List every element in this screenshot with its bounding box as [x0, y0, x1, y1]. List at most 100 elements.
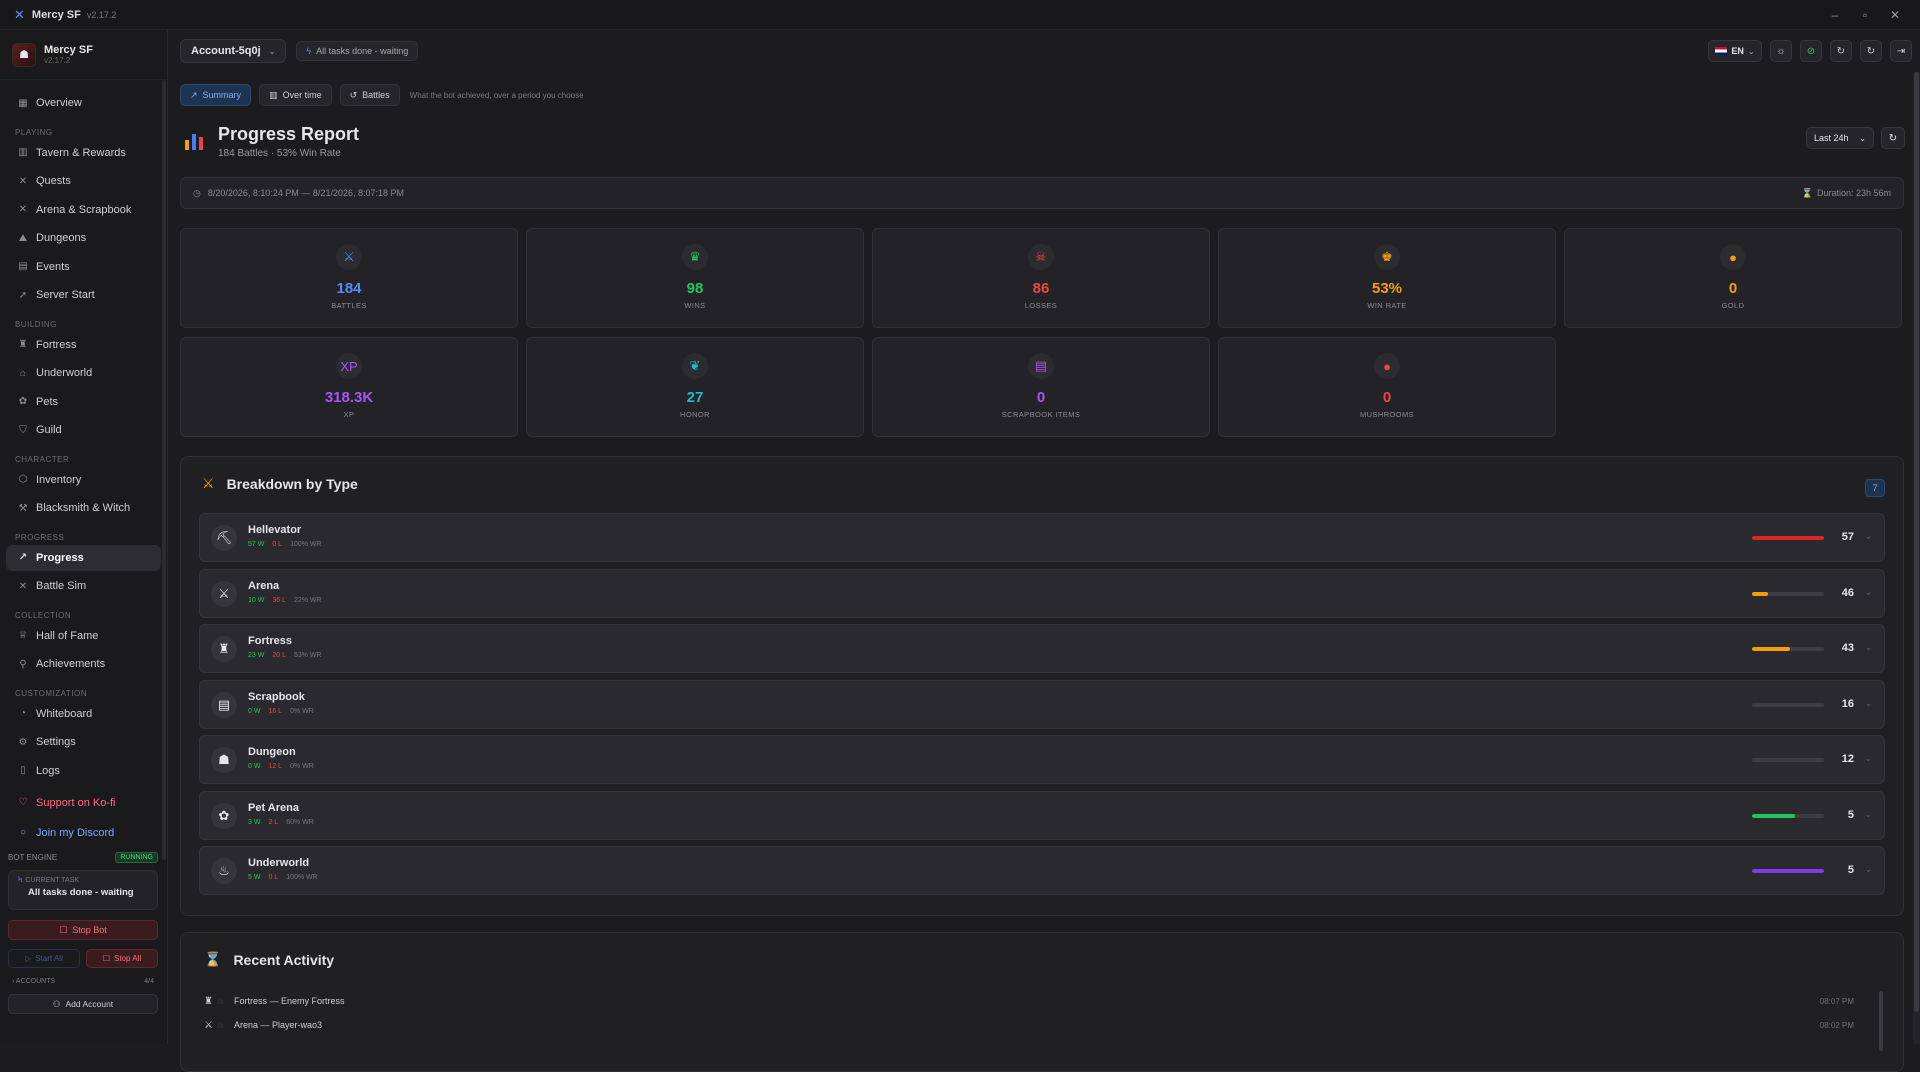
period-select[interactable]: Last 24h ⌄ [1806, 127, 1874, 149]
visibility-button[interactable]: ⊘ [1800, 40, 1822, 62]
minimize-icon[interactable]: – [1820, 8, 1850, 22]
maximize-icon[interactable]: ▫ [1850, 8, 1880, 22]
sidebar-item-fortress[interactable]: ♜ Fortress [6, 332, 161, 358]
sidebar-item-logs[interactable]: ▯ Logs [6, 758, 161, 784]
sidebar-item-achievements[interactable]: ⚲ Achievements [6, 651, 161, 677]
breakdown-row[interactable]: ▤ Scrapbook 0 W 16 L 0% WR 16 ⌄ [199, 679, 1885, 729]
breakdown-row[interactable]: ♨ Underworld 5 W 0 L 100% WR 5 ⌄ [199, 846, 1885, 895]
sidebar-item-events[interactable]: ▤ Events [6, 254, 161, 280]
tab-battles[interactable]: ↺ Battles [339, 84, 400, 106]
win-rate: 22% WR [293, 596, 322, 604]
type-name: Dungeon [248, 746, 296, 758]
sidebar-brand: ☗ Mercy SF v2.17.2 [0, 30, 167, 80]
sidebar-item-settings[interactable]: ⚙ Settings [6, 729, 161, 755]
breakdown-row[interactable]: ♜ Fortress 23 W 20 L 53% WR 43 ⌄ [199, 624, 1885, 673]
breakdown-row[interactable]: ⛏ Hellevator 57 W 0 L 100% WR 57 ⌄ [199, 513, 1885, 562]
losses-count: 16 L [268, 707, 283, 715]
sidebar-item-blacksmith[interactable]: ⚒ Blacksmith & Witch [6, 495, 161, 521]
account-select[interactable]: Account-5q0j ⌄ [180, 39, 287, 63]
page-title: Progress Report [218, 124, 360, 144]
win-rate-bar [1752, 758, 1824, 762]
sidebar-item-pets[interactable]: ✿ Pets [6, 389, 161, 415]
start-all-button[interactable]: ▷ Start All [8, 949, 80, 968]
stat-icon: ❦ [682, 353, 708, 379]
type-count: 43 [1841, 642, 1854, 654]
sidebar-scrollbar[interactable] [162, 80, 166, 860]
close-icon[interactable]: ✕ [1880, 8, 1910, 22]
chevron-down-icon[interactable]: ⌄ [1864, 587, 1872, 598]
win-rate-bar [1752, 702, 1824, 707]
chevron-down-icon[interactable]: ⌄ [1864, 531, 1872, 542]
logout-button[interactable]: ⇥ [1890, 40, 1912, 62]
sidebar-item-battle-sim[interactable]: ✕ Battle Sim [6, 573, 161, 599]
chevron-down-icon: ⌄ [1747, 46, 1755, 56]
result-icon: ◌ [218, 1020, 223, 1030]
sidebar-item-arena[interactable]: ✕ Arena & Scrapbook [6, 197, 161, 223]
stat-icon: ☠ [1028, 244, 1054, 270]
stop-all-button[interactable]: ☐ Stop All [86, 949, 158, 968]
breakdown-row[interactable]: ⚔ Arena 10 W 36 L 22% WR 46 ⌄ [199, 568, 1885, 618]
sidebar-item-inventory[interactable]: ⬡ Inventory [6, 467, 161, 493]
palette-icon: ◔ [19, 708, 27, 719]
stat-icon: ♚ [1374, 244, 1400, 270]
stat-label: BATTLES [331, 301, 367, 310]
type-name: Pet Arena [248, 801, 299, 814]
sidebar-item-whiteboard[interactable]: ◔ Whiteboard [6, 701, 161, 727]
chevron-down-icon[interactable]: ⌄ [1864, 753, 1872, 764]
sidebar-item-tavern[interactable]: ▥ Tavern & Rewards [6, 140, 161, 166]
sidebar-item-server-start[interactable]: ➚ Server Start [6, 282, 161, 308]
losses-count: 20 L [272, 652, 286, 659]
sync-button[interactable]: ↻ [1830, 40, 1852, 62]
chevron-down-icon[interactable]: ⌄ [1864, 698, 1872, 709]
refresh-report-button[interactable]: ↻ [1881, 127, 1905, 149]
language-select[interactable]: EN ⌄ [1708, 40, 1762, 62]
chevron-down-icon[interactable]: ⌄ [1864, 642, 1872, 653]
sidebar-item-quests[interactable]: ✕ Quests [6, 168, 161, 194]
box-icon: ⬡ [18, 474, 28, 485]
sidebar-item-kofi[interactable]: ♡ Support on Ko-fi [6, 790, 161, 816]
sidebar-item-guild[interactable]: ⛉ Guild [6, 417, 161, 443]
stat-value: 86 [1032, 280, 1050, 297]
stat-value: 0 [1728, 280, 1738, 297]
wins-count: 57 W [248, 541, 265, 548]
breakdown-row[interactable]: ☗ Dungeon 0 W 12 L 0% WR 12 ⌄ [199, 735, 1885, 784]
sidebar-item-overview[interactable]: ▦ Overview [6, 90, 161, 116]
stat-icon: ⚔ [336, 244, 362, 270]
activity-item[interactable]: ⚔ ◌ Arena — Player-wao3 08:02 PM [204, 1017, 1854, 1033]
stat-label: HONOR [680, 410, 710, 419]
theme-button[interactable]: ☼ [1770, 40, 1792, 62]
chevron-down-icon[interactable]: ⌄ [1864, 809, 1872, 820]
sidebar-item-dungeons[interactable]: ⛰ Dungeons [6, 225, 161, 251]
stat-icon: ● [1720, 244, 1746, 270]
sidebar-item-progress[interactable]: ↗ Progress [6, 544, 161, 571]
sidebar-item-hall-of-fame[interactable]: ♕ Hall of Fame [6, 623, 161, 649]
section-character: CHARACTER [15, 454, 70, 464]
breakdown-row[interactable]: ✿ Pet Arena 3 W 2 L 60% WR 5 ⌄ [199, 790, 1885, 840]
recent-scrollbar[interactable] [1879, 991, 1883, 1051]
win-rate: 0% WR [290, 707, 314, 715]
topbar: Account-5q0j ⌄ ϟ All tasks done - waiting … [169, 30, 1920, 72]
activity-item[interactable]: ♜ ◌ Fortress — Enemy Fortress 08:07 PM [204, 993, 1854, 1009]
stop-bot-button[interactable]: ☐ Stop Bot [8, 920, 158, 940]
main-scrollbar[interactable] [1913, 72, 1920, 1044]
sidebar-item-discord[interactable]: ○ Join my Discord [6, 820, 161, 846]
stat-label: SCRAPBOOK ITEMS [1001, 410, 1081, 419]
sidebar-item-underworld[interactable]: ⌂ Underworld [6, 360, 161, 386]
type-meta: 57 W 0 L 100% WR [248, 541, 322, 548]
reload-button[interactable]: ↻ [1860, 40, 1882, 62]
gear-icon: ⚙ [18, 736, 28, 748]
chevron-down-icon[interactable]: ⌄ [1864, 864, 1872, 875]
current-task-box: ϟ CURRENT TASK All tasks done - waiting [8, 870, 158, 910]
date-range-bar: ◷ 8/20/2026, 8:10:24 PM — 8/21/2026, 8:0… [180, 177, 1904, 209]
wins-count: 0 W [248, 763, 261, 770]
accounts-toggle[interactable]: › ACCOUNTS 4/4 [8, 978, 158, 985]
tab-over-time[interactable]: ▥ Over time [259, 84, 332, 106]
tab-summary[interactable]: ↗ Summary [180, 84, 252, 106]
type-name: Hellevator [248, 524, 302, 536]
section-playing: PLAYING [15, 127, 53, 137]
sidebar-nav: ▦ Overview PLAYING ▥ Tavern & Rewards ✕ Que… [0, 80, 167, 846]
castle-icon: ♜ [18, 339, 28, 350]
section-progress: PROGRESS [15, 532, 65, 542]
add-account-button[interactable]: ⚇ Add Account [8, 994, 158, 1014]
stat-value: 53% [1371, 280, 1403, 297]
